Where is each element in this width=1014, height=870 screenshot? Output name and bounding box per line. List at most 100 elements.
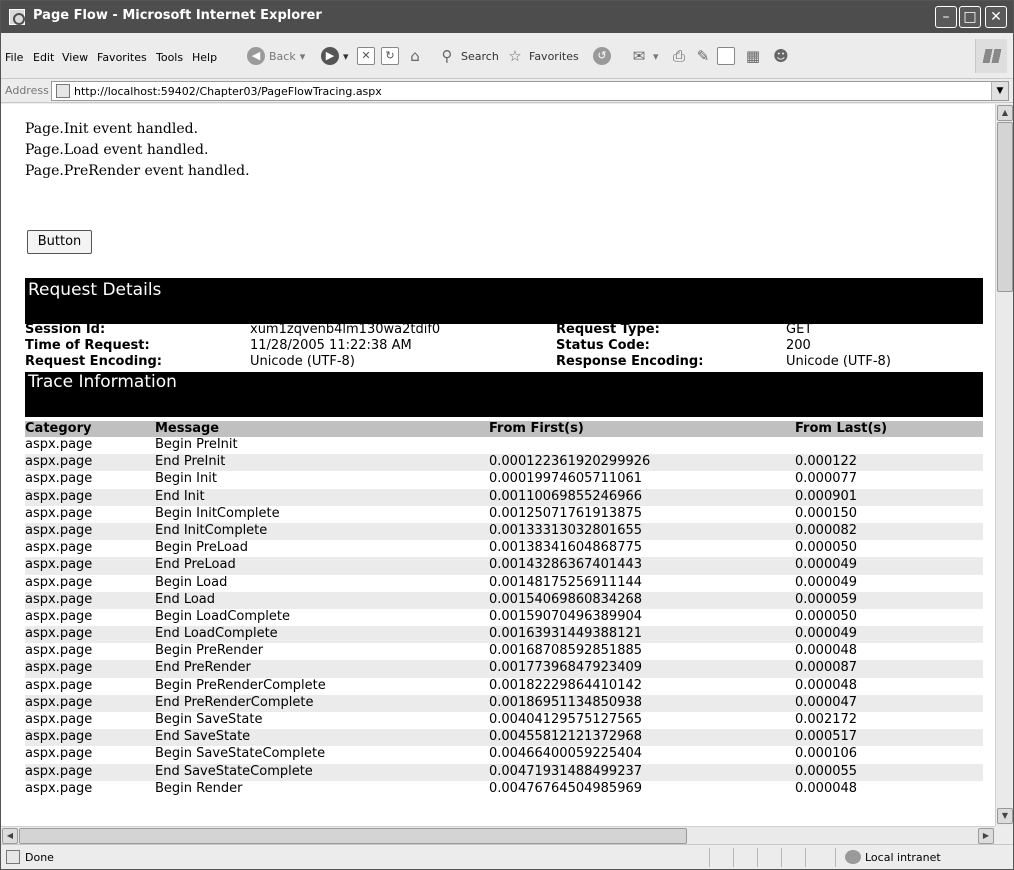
search-button[interactable]: ⚲ Search	[437, 44, 499, 68]
print-icon: ⎙	[672, 47, 685, 65]
trace-row: aspx.page Begin PreInit	[25, 437, 983, 454]
trace-from-last-cell: 0.000048	[795, 677, 858, 693]
back-label: Back	[269, 49, 296, 63]
trace-message-cell: End PreRenderComplete	[155, 694, 314, 710]
trace-message-cell: Begin Render	[155, 780, 243, 796]
scroll-up-icon[interactable]: ▲	[997, 105, 1013, 121]
scroll-down-icon[interactable]: ▼	[997, 808, 1013, 824]
menu-tools[interactable]: Tools	[156, 51, 183, 64]
trace-category-cell: aspx.page	[25, 540, 93, 556]
request-details-table: Session Id: xum1zqvenb4lm130wa2tdif0 Req…	[25, 322, 983, 370]
trace-row: aspx.page Begin PreRender 0.00168708592851…	[25, 643, 983, 660]
edit-icon: ✎	[696, 47, 710, 65]
vertical-scroll-thumb[interactable]	[997, 122, 1013, 292]
scrollbar-corner	[995, 826, 1013, 844]
event-line: Page.Load event handled.	[25, 142, 209, 158]
refresh-button[interactable]: ↻	[381, 44, 399, 68]
trace-from-first-cell: 0.00168708592851885	[489, 643, 643, 659]
trace-from-last-cell: 0.000150	[795, 505, 858, 521]
refresh-icon: ↻	[381, 47, 399, 65]
trace-message-cell: End SaveStateComplete	[155, 763, 313, 779]
edit-page-button[interactable]: ✎	[693, 44, 713, 68]
scroll-right-icon[interactable]: ▶	[978, 828, 994, 844]
page-icon	[56, 84, 70, 98]
forward-button[interactable]: ▶ ▾	[321, 44, 349, 68]
messenger-icon: ☻	[773, 47, 789, 65]
stop-button[interactable]: ✕	[357, 44, 375, 68]
trace-category-cell: aspx.page	[25, 780, 93, 796]
trace-category-cell: aspx.page	[25, 643, 93, 659]
trace-row: aspx.page End PreRenderComplete 0.00186951…	[25, 694, 983, 712]
address-field[interactable]: http://localhost:59402/Chapter03/PageFlo…	[51, 81, 1009, 101]
trace-from-first-cell: 0.00466400059225404	[489, 746, 643, 762]
trace-from-last-cell: 0.000050	[795, 540, 858, 556]
discuss-button[interactable]	[717, 44, 735, 68]
scroll-left-icon[interactable]: ◀	[2, 828, 18, 844]
trace-row: aspx.page Begin SaveState 0.00404129575127…	[25, 712, 983, 729]
favorites-button[interactable]: ☆ Favorites	[505, 44, 578, 68]
trace-category-cell: aspx.page	[25, 626, 93, 642]
vertical-scrollbar[interactable]: ▲ ▼	[995, 104, 1013, 826]
trace-row: aspx.page End PreLoad 0.00143286367401443 0…	[25, 557, 983, 575]
trace-category-cell: aspx.page	[25, 677, 93, 693]
page-button[interactable]: Button	[27, 230, 92, 254]
horizontal-scrollbar[interactable]: ◀ ▶	[1, 826, 995, 844]
trace-row: aspx.page Begin Init 0.00019974605711061 0.…	[25, 471, 983, 488]
mail-dropdown-icon: ▾	[653, 49, 659, 63]
trace-message-cell: Begin PreLoad	[155, 540, 249, 556]
trace-from-first-cell: 0.00455812121372968	[489, 729, 643, 745]
trace-category-cell: aspx.page	[25, 608, 93, 624]
menu-favorites[interactable]: Favorites	[97, 51, 147, 64]
trace-row: aspx.page End PreInit 0.000122361920299926…	[25, 454, 983, 472]
back-button[interactable]: ◀ Back ▾	[247, 44, 305, 68]
search-label: Search	[461, 49, 499, 63]
windows-logo-icon	[975, 39, 1007, 73]
status-text: Done	[25, 851, 54, 864]
trace-message-cell: End InitComplete	[155, 522, 268, 538]
menu-view[interactable]: View	[62, 51, 88, 64]
minimize-button[interactable]: –	[935, 6, 957, 28]
messenger-button[interactable]: ☻	[771, 44, 791, 68]
trace-message-cell: End SaveState	[155, 729, 251, 745]
status-divider	[781, 848, 782, 867]
maximize-button[interactable]: □	[959, 6, 981, 28]
trace-table-header: Category Message From First(s) From Last…	[25, 421, 983, 437]
intranet-zone-icon	[845, 850, 861, 864]
history-button[interactable]: ↺	[593, 44, 611, 68]
mail-icon: ✉	[632, 47, 646, 65]
trace-from-last-cell: 0.000106	[795, 746, 858, 762]
address-dropdown-icon[interactable]: ▼	[991, 82, 1008, 100]
print-button[interactable]: ⎙	[669, 44, 689, 68]
status-divider	[835, 848, 836, 867]
close-button[interactable]: ✕	[985, 6, 1007, 28]
trace-message-cell: Begin PreRender	[155, 643, 264, 659]
trace-category-cell: aspx.page	[25, 437, 93, 452]
trace-from-first-cell: 0.00154069860834268	[489, 591, 643, 607]
home-button[interactable]: ⌂	[405, 44, 425, 68]
status-divider	[757, 848, 758, 867]
menu-bar: File Edit View Favorites Tools Help ◀ Ba…	[1, 33, 1013, 79]
trace-from-last-cell: 0.000047	[795, 694, 858, 710]
trace-from-last-cell: 0.000077	[795, 471, 858, 487]
research-button[interactable]: ▦	[743, 44, 763, 68]
trace-row: aspx.page End SaveStateComplete 0.00471931…	[25, 763, 983, 781]
column-header-from-last: From Last(s)	[795, 421, 888, 436]
menu-edit[interactable]: Edit	[33, 51, 54, 64]
detail-row: Request Encoding: Unicode (UTF-8) Respon…	[25, 354, 983, 370]
menu-file[interactable]: File	[5, 51, 23, 64]
horizontal-scroll-thumb[interactable]	[19, 828, 687, 844]
trace-message-cell: End PreRender	[155, 660, 251, 676]
trace-row: aspx.page End SaveState 0.0045581212137296…	[25, 729, 983, 747]
mail-button[interactable]: ✉ ▾	[629, 44, 659, 68]
menu-help[interactable]: Help	[192, 51, 217, 64]
trace-message-cell: Begin LoadComplete	[155, 608, 290, 624]
trace-table: Category Message From First(s) From Last…	[25, 421, 983, 798]
trace-message-cell: Begin InitComplete	[155, 505, 280, 521]
column-header-category: Category	[25, 421, 92, 436]
session-id-value: xum1zqvenb4lm130wa2tdif0	[250, 322, 441, 337]
trace-from-last-cell: 0.000517	[795, 729, 858, 745]
trace-from-first-cell: 0.00133313032801655	[489, 522, 643, 538]
trace-row: aspx.page Begin Load 0.00148175256911144 0.…	[25, 575, 983, 592]
trace-category-cell: aspx.page	[25, 694, 93, 710]
address-url[interactable]: http://localhost:59402/Chapter03/PageFlo…	[74, 85, 382, 98]
